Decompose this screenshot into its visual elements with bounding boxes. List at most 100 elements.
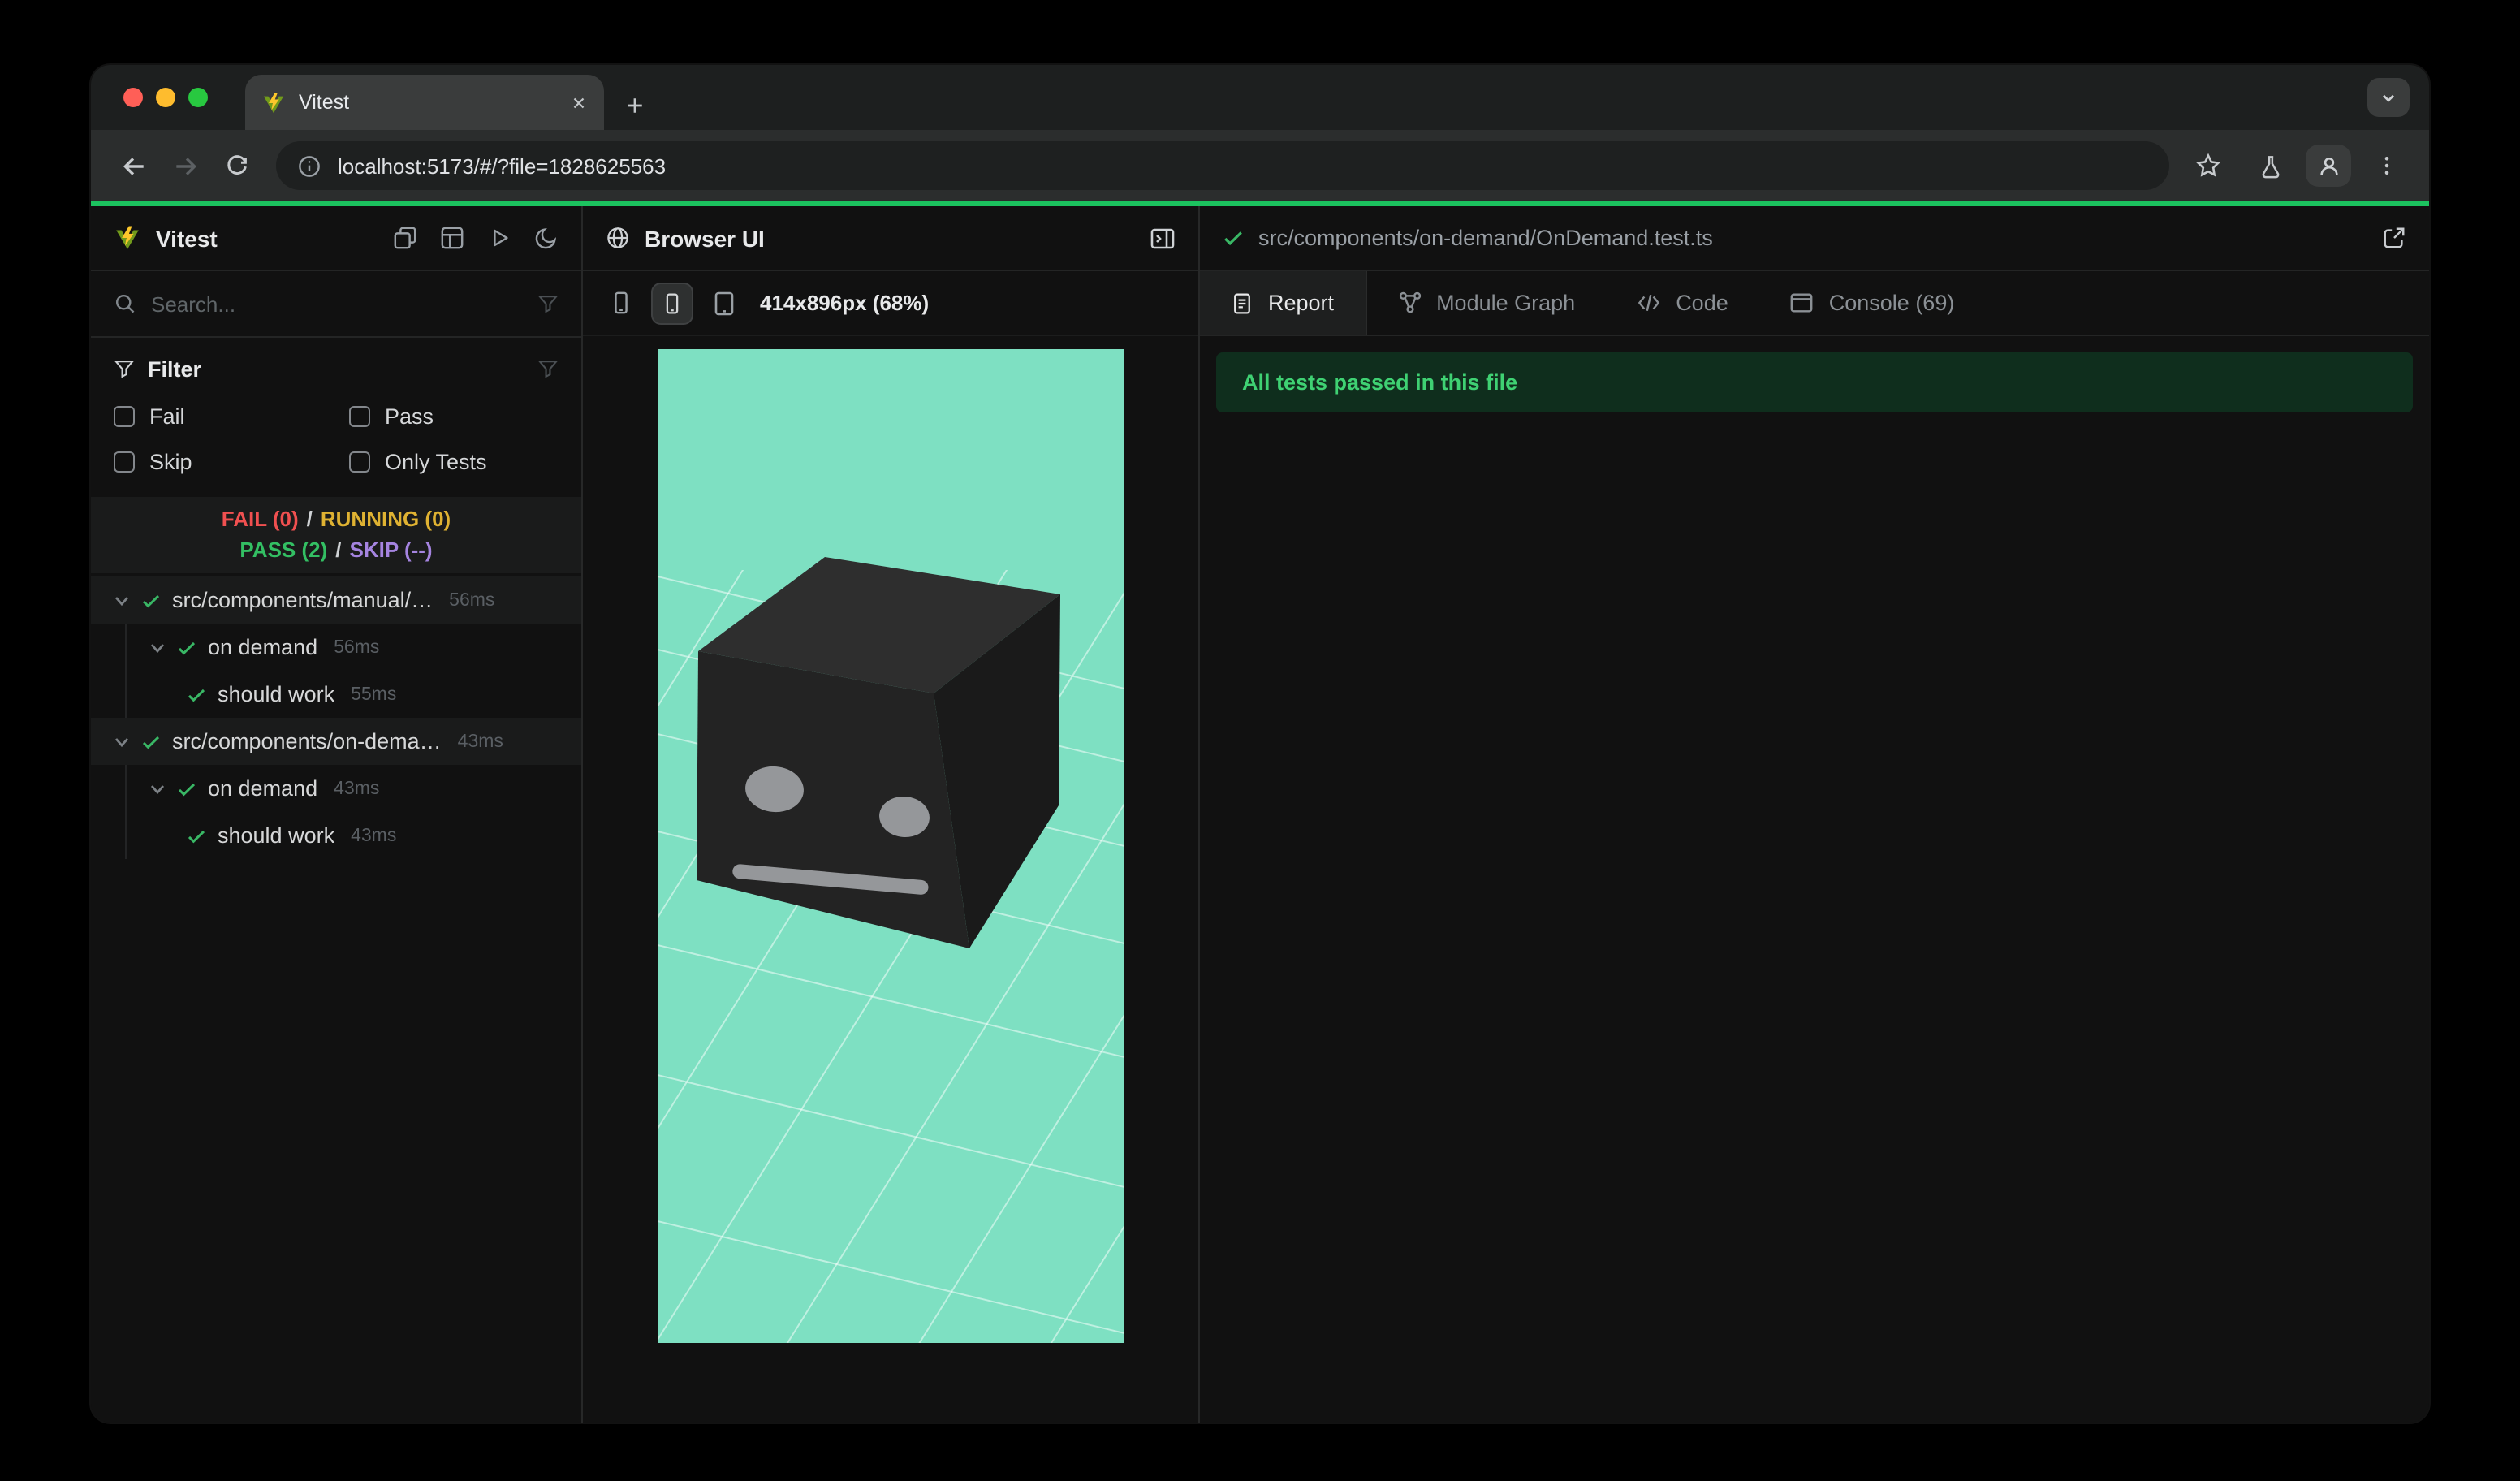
viewport-area bbox=[583, 336, 1198, 1423]
browser-menu-dots-icon[interactable] bbox=[2361, 140, 2413, 192]
module-graph-icon bbox=[1398, 291, 1421, 313]
pass-check-icon bbox=[188, 829, 205, 843]
open-external-icon[interactable] bbox=[2382, 226, 2406, 250]
profile-avatar-icon[interactable] bbox=[2306, 145, 2351, 187]
preview-header: Browser UI bbox=[583, 206, 1198, 271]
chevron-down-icon[interactable] bbox=[114, 592, 130, 608]
dashboard-icon[interactable] bbox=[440, 226, 464, 250]
checkbox-icon[interactable] bbox=[349, 406, 370, 427]
tree-suite-row[interactable]: on demand 43ms bbox=[127, 765, 581, 812]
bookmark-star-icon[interactable] bbox=[2182, 140, 2234, 192]
tree-children: on demand 56ms should work 55ms bbox=[125, 624, 581, 718]
test-duration: 43ms bbox=[457, 732, 503, 751]
running-count: RUNNING (0) bbox=[320, 507, 451, 531]
reload-icon[interactable] bbox=[211, 140, 263, 192]
browser-window: Vitest localhost:5173/#/?file=1828625563… bbox=[91, 65, 2429, 1423]
chevron-down-icon[interactable] bbox=[149, 639, 166, 655]
search-icon bbox=[115, 294, 135, 313]
open-panel-right-icon[interactable] bbox=[1150, 225, 1176, 251]
url-bar[interactable]: localhost:5173/#/?file=1828625563 bbox=[276, 141, 2169, 190]
filter-options: Fail Pass Skip Only Tests bbox=[114, 404, 559, 474]
checkbox-label: Fail bbox=[149, 404, 185, 429]
banner-text: All tests passed in this file bbox=[1242, 370, 1518, 395]
address-toolbar: localhost:5173/#/?file=1828625563 bbox=[91, 130, 2429, 201]
tree-file-row[interactable]: src/components/manual/… 56ms bbox=[91, 576, 581, 624]
filter-checkbox-fail[interactable]: Fail bbox=[114, 404, 349, 429]
theme-toggle-moon-icon[interactable] bbox=[534, 226, 559, 250]
filter-title-row: Filter bbox=[114, 357, 559, 382]
filter-funnel-icon bbox=[114, 361, 135, 378]
device-toolbar: 414x896px (68%) bbox=[583, 271, 1198, 336]
tested-app-screen[interactable] bbox=[658, 349, 1124, 1343]
forward-icon[interactable] bbox=[159, 140, 211, 192]
tab-search-chevron-icon[interactable] bbox=[2367, 78, 2410, 117]
new-tab-button[interactable] bbox=[624, 94, 646, 117]
chevron-down-icon[interactable] bbox=[114, 733, 130, 749]
search-row bbox=[91, 271, 581, 338]
collapse-panels-icon[interactable] bbox=[393, 226, 417, 250]
tab-report[interactable]: Report bbox=[1200, 271, 1367, 335]
skip-count: SKIP (--) bbox=[349, 538, 433, 562]
robot-cube bbox=[697, 557, 1060, 948]
filter-checkbox-only-tests[interactable]: Only Tests bbox=[349, 450, 559, 474]
separator: / bbox=[335, 538, 342, 562]
vitest-ui: Vitest F bbox=[91, 206, 2429, 1423]
checkbox-icon[interactable] bbox=[349, 451, 370, 473]
sidebar-actions bbox=[393, 226, 559, 250]
maximize-window-button[interactable] bbox=[188, 88, 208, 107]
filter-checkbox-skip[interactable]: Skip bbox=[114, 450, 349, 474]
tree-suite-row[interactable]: on demand 56ms bbox=[127, 624, 581, 671]
test-summary: FAIL (0) / RUNNING (0) PASS (2) / SKIP (--) bbox=[91, 497, 581, 573]
back-icon[interactable] bbox=[107, 140, 159, 192]
close-window-button[interactable] bbox=[123, 88, 143, 107]
tree-test-row[interactable]: should work 43ms bbox=[127, 812, 581, 859]
sidebar: Vitest F bbox=[91, 206, 583, 1423]
tab-title: Vitest bbox=[299, 91, 350, 114]
traffic-lights bbox=[123, 88, 208, 107]
test-case-label: should work bbox=[218, 823, 335, 848]
checkbox-icon[interactable] bbox=[114, 451, 135, 473]
active-file-path: src/components/on-demand/OnDemand.test.t… bbox=[1258, 226, 1713, 250]
site-info-icon[interactable] bbox=[297, 153, 321, 178]
filter-reset-icon[interactable] bbox=[537, 359, 559, 380]
tablet-icon[interactable] bbox=[711, 290, 737, 316]
tree-file-row[interactable]: src/components/on-dema… 43ms bbox=[91, 718, 581, 765]
close-tab-icon[interactable] bbox=[570, 93, 588, 111]
search-filter-off-icon[interactable] bbox=[537, 293, 559, 314]
test-duration: 56ms bbox=[449, 590, 495, 610]
threejs-scene bbox=[658, 349, 1124, 1343]
fail-count: FAIL (0) bbox=[221, 507, 299, 531]
preview-title: Browser UI bbox=[645, 225, 765, 251]
report-header: src/components/on-demand/OnDemand.test.t… bbox=[1200, 206, 2429, 271]
search-input[interactable] bbox=[151, 291, 523, 316]
device-active-toggle[interactable] bbox=[651, 282, 693, 324]
tree-test-row[interactable]: should work 55ms bbox=[127, 671, 581, 718]
checkbox-label: Pass bbox=[385, 404, 434, 429]
tab-code[interactable]: Code bbox=[1606, 271, 1759, 335]
separator: / bbox=[306, 507, 313, 531]
tab-console[interactable]: Console (69) bbox=[1759, 271, 1986, 335]
filter-checkbox-pass[interactable]: Pass bbox=[349, 404, 559, 429]
chevron-down-icon[interactable] bbox=[149, 780, 166, 797]
pass-check-icon bbox=[142, 735, 160, 749]
run-all-tests-icon[interactable] bbox=[487, 226, 511, 250]
pass-check-icon bbox=[178, 641, 196, 654]
summary-line-1: FAIL (0) / RUNNING (0) bbox=[91, 503, 581, 534]
phone-rotate-icon bbox=[666, 292, 679, 313]
vitest-favicon bbox=[263, 92, 284, 113]
minimize-window-button[interactable] bbox=[156, 88, 175, 107]
phone-portrait-icon[interactable] bbox=[609, 291, 633, 315]
tab-label: Report bbox=[1268, 291, 1335, 315]
test-suite-label: on demand bbox=[208, 776, 318, 801]
checkbox-icon[interactable] bbox=[114, 406, 135, 427]
sidebar-header: Vitest bbox=[91, 206, 581, 271]
tab-label: Console (69) bbox=[1828, 291, 1955, 315]
tab-strip: Vitest bbox=[91, 65, 2429, 130]
browser-tab[interactable]: Vitest bbox=[245, 75, 604, 130]
tab-module-graph[interactable]: Module Graph bbox=[1366, 271, 1606, 335]
code-icon bbox=[1638, 294, 1660, 312]
chrome-labs-flask-icon[interactable] bbox=[2244, 140, 2296, 192]
test-file-label: src/components/on-dema… bbox=[172, 729, 442, 753]
filter-title: Filter bbox=[148, 357, 202, 382]
browser-ui-panel: Browser UI 414x896px (68%) bbox=[583, 206, 1200, 1423]
